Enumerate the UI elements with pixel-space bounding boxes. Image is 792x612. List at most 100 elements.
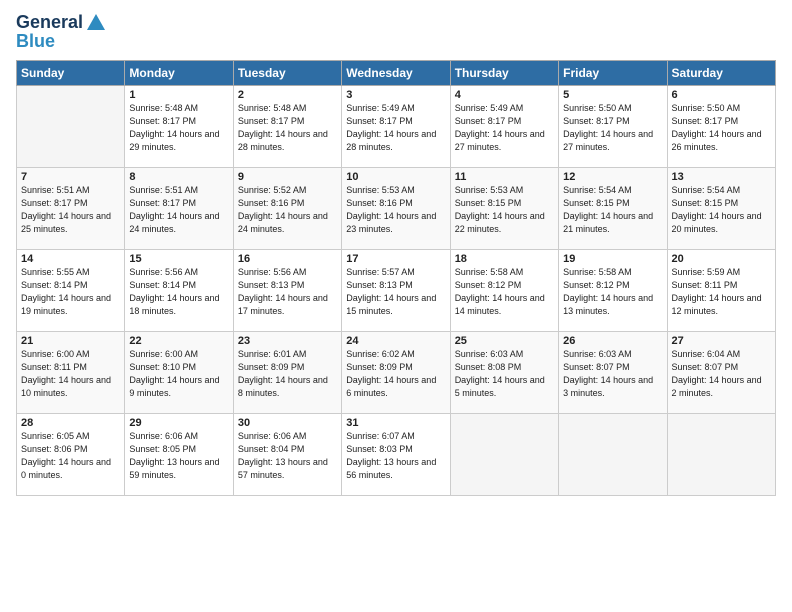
day-header-thursday: Thursday [450, 60, 558, 85]
calendar-cell [17, 85, 125, 167]
day-number: 4 [455, 89, 554, 101]
logo-icon [85, 12, 107, 34]
calendar-cell: 1Sunrise: 5:48 AMSunset: 8:17 PMDaylight… [125, 85, 233, 167]
day-header-tuesday: Tuesday [233, 60, 341, 85]
day-info: Sunrise: 5:55 AMSunset: 8:14 PMDaylight:… [21, 266, 120, 318]
day-number: 15 [129, 253, 228, 265]
day-number: 5 [563, 89, 662, 101]
day-info: Sunrise: 6:04 AMSunset: 8:07 PMDaylight:… [672, 348, 771, 400]
day-info: Sunrise: 6:05 AMSunset: 8:06 PMDaylight:… [21, 430, 120, 482]
week-row-4: 28Sunrise: 6:05 AMSunset: 8:06 PMDayligh… [17, 413, 776, 495]
calendar-cell: 29Sunrise: 6:06 AMSunset: 8:05 PMDayligh… [125, 413, 233, 495]
calendar-table: SundayMondayTuesdayWednesdayThursdayFrid… [16, 60, 776, 496]
day-info: Sunrise: 6:06 AMSunset: 8:04 PMDaylight:… [238, 430, 337, 482]
calendar-cell: 19Sunrise: 5:58 AMSunset: 8:12 PMDayligh… [559, 249, 667, 331]
calendar-cell [667, 413, 775, 495]
calendar-cell: 8Sunrise: 5:51 AMSunset: 8:17 PMDaylight… [125, 167, 233, 249]
day-number: 29 [129, 417, 228, 429]
week-row-0: 1Sunrise: 5:48 AMSunset: 8:17 PMDaylight… [17, 85, 776, 167]
day-info: Sunrise: 6:06 AMSunset: 8:05 PMDaylight:… [129, 430, 228, 482]
day-number: 30 [238, 417, 337, 429]
day-info: Sunrise: 5:51 AMSunset: 8:17 PMDaylight:… [21, 184, 120, 236]
day-number: 9 [238, 171, 337, 183]
calendar-cell: 10Sunrise: 5:53 AMSunset: 8:16 PMDayligh… [342, 167, 450, 249]
day-info: Sunrise: 5:56 AMSunset: 8:13 PMDaylight:… [238, 266, 337, 318]
day-number: 17 [346, 253, 445, 265]
calendar-cell: 18Sunrise: 5:58 AMSunset: 8:12 PMDayligh… [450, 249, 558, 331]
day-number: 7 [21, 171, 120, 183]
day-number: 23 [238, 335, 337, 347]
day-number: 20 [672, 253, 771, 265]
day-number: 27 [672, 335, 771, 347]
calendar-cell: 31Sunrise: 6:07 AMSunset: 8:03 PMDayligh… [342, 413, 450, 495]
day-info: Sunrise: 6:07 AMSunset: 8:03 PMDaylight:… [346, 430, 445, 482]
calendar-cell: 23Sunrise: 6:01 AMSunset: 8:09 PMDayligh… [233, 331, 341, 413]
logo: General Blue [16, 12, 107, 52]
day-info: Sunrise: 5:53 AMSunset: 8:15 PMDaylight:… [455, 184, 554, 236]
day-number: 11 [455, 171, 554, 183]
calendar-cell: 4Sunrise: 5:49 AMSunset: 8:17 PMDaylight… [450, 85, 558, 167]
page-container: General Blue SundayMondayTuesdayWednesda… [0, 0, 792, 504]
logo-blue: Blue [16, 32, 107, 52]
day-number: 28 [21, 417, 120, 429]
day-number: 6 [672, 89, 771, 101]
calendar-cell: 26Sunrise: 6:03 AMSunset: 8:07 PMDayligh… [559, 331, 667, 413]
week-row-3: 21Sunrise: 6:00 AMSunset: 8:11 PMDayligh… [17, 331, 776, 413]
day-info: Sunrise: 6:00 AMSunset: 8:10 PMDaylight:… [129, 348, 228, 400]
calendar-cell: 3Sunrise: 5:49 AMSunset: 8:17 PMDaylight… [342, 85, 450, 167]
day-number: 26 [563, 335, 662, 347]
day-number: 18 [455, 253, 554, 265]
day-info: Sunrise: 6:00 AMSunset: 8:11 PMDaylight:… [21, 348, 120, 400]
calendar-cell: 13Sunrise: 5:54 AMSunset: 8:15 PMDayligh… [667, 167, 775, 249]
day-info: Sunrise: 5:48 AMSunset: 8:17 PMDaylight:… [238, 102, 337, 154]
day-info: Sunrise: 5:52 AMSunset: 8:16 PMDaylight:… [238, 184, 337, 236]
day-info: Sunrise: 5:58 AMSunset: 8:12 PMDaylight:… [455, 266, 554, 318]
day-number: 25 [455, 335, 554, 347]
day-info: Sunrise: 5:58 AMSunset: 8:12 PMDaylight:… [563, 266, 662, 318]
calendar-cell: 14Sunrise: 5:55 AMSunset: 8:14 PMDayligh… [17, 249, 125, 331]
day-info: Sunrise: 5:53 AMSunset: 8:16 PMDaylight:… [346, 184, 445, 236]
day-info: Sunrise: 5:49 AMSunset: 8:17 PMDaylight:… [455, 102, 554, 154]
calendar-cell: 27Sunrise: 6:04 AMSunset: 8:07 PMDayligh… [667, 331, 775, 413]
day-number: 22 [129, 335, 228, 347]
day-info: Sunrise: 5:54 AMSunset: 8:15 PMDaylight:… [672, 184, 771, 236]
week-row-1: 7Sunrise: 5:51 AMSunset: 8:17 PMDaylight… [17, 167, 776, 249]
calendar-cell: 2Sunrise: 5:48 AMSunset: 8:17 PMDaylight… [233, 85, 341, 167]
calendar-cell: 6Sunrise: 5:50 AMSunset: 8:17 PMDaylight… [667, 85, 775, 167]
calendar-cell: 24Sunrise: 6:02 AMSunset: 8:09 PMDayligh… [342, 331, 450, 413]
day-header-saturday: Saturday [667, 60, 775, 85]
calendar-cell: 11Sunrise: 5:53 AMSunset: 8:15 PMDayligh… [450, 167, 558, 249]
day-number: 3 [346, 89, 445, 101]
calendar-cell: 22Sunrise: 6:00 AMSunset: 8:10 PMDayligh… [125, 331, 233, 413]
week-row-2: 14Sunrise: 5:55 AMSunset: 8:14 PMDayligh… [17, 249, 776, 331]
day-info: Sunrise: 5:49 AMSunset: 8:17 PMDaylight:… [346, 102, 445, 154]
day-number: 2 [238, 89, 337, 101]
day-info: Sunrise: 6:03 AMSunset: 8:07 PMDaylight:… [563, 348, 662, 400]
day-number: 16 [238, 253, 337, 265]
header-row: SundayMondayTuesdayWednesdayThursdayFrid… [17, 60, 776, 85]
day-info: Sunrise: 6:01 AMSunset: 8:09 PMDaylight:… [238, 348, 337, 400]
day-number: 10 [346, 171, 445, 183]
calendar-cell: 20Sunrise: 5:59 AMSunset: 8:11 PMDayligh… [667, 249, 775, 331]
day-number: 12 [563, 171, 662, 183]
day-number: 14 [21, 253, 120, 265]
day-header-sunday: Sunday [17, 60, 125, 85]
day-number: 21 [21, 335, 120, 347]
calendar-cell: 28Sunrise: 6:05 AMSunset: 8:06 PMDayligh… [17, 413, 125, 495]
day-header-friday: Friday [559, 60, 667, 85]
day-header-wednesday: Wednesday [342, 60, 450, 85]
calendar-cell: 9Sunrise: 5:52 AMSunset: 8:16 PMDaylight… [233, 167, 341, 249]
day-number: 24 [346, 335, 445, 347]
calendar-cell: 16Sunrise: 5:56 AMSunset: 8:13 PMDayligh… [233, 249, 341, 331]
day-number: 13 [672, 171, 771, 183]
calendar-cell: 30Sunrise: 6:06 AMSunset: 8:04 PMDayligh… [233, 413, 341, 495]
calendar-cell [559, 413, 667, 495]
day-info: Sunrise: 5:54 AMSunset: 8:15 PMDaylight:… [563, 184, 662, 236]
day-info: Sunrise: 6:02 AMSunset: 8:09 PMDaylight:… [346, 348, 445, 400]
calendar-cell: 12Sunrise: 5:54 AMSunset: 8:15 PMDayligh… [559, 167, 667, 249]
day-number: 8 [129, 171, 228, 183]
day-info: Sunrise: 5:48 AMSunset: 8:17 PMDaylight:… [129, 102, 228, 154]
day-info: Sunrise: 5:59 AMSunset: 8:11 PMDaylight:… [672, 266, 771, 318]
calendar-cell [450, 413, 558, 495]
day-info: Sunrise: 5:50 AMSunset: 8:17 PMDaylight:… [563, 102, 662, 154]
